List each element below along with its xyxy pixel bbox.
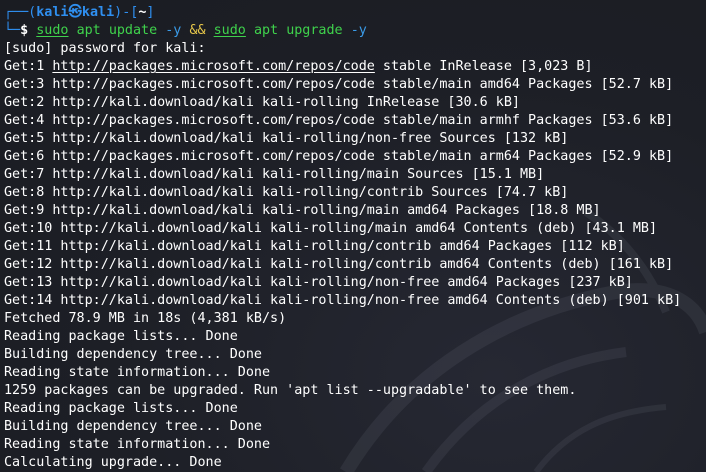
output-line: Reading state information... Done (4, 365, 271, 380)
command-sudo-2: sudo (213, 23, 246, 38)
command-apt-1: apt (76, 23, 101, 38)
command-flag-1: -y (165, 23, 182, 38)
output-line: 1259 packages can be upgraded. Run 'apt … (4, 383, 577, 398)
output-line: Get:12 http://kali.download/kali kali-ro… (4, 257, 674, 272)
output-line: Get:14 http://kali.download/kali kali-ro… (4, 293, 682, 308)
output-line: Get:1 http://packages.microsoft.com/repo… (4, 58, 706, 76)
output-line: Building dependency tree... Done (4, 419, 262, 434)
output-line: Building dependency tree... Done (4, 347, 262, 362)
output-line: Get:3 http://packages.microsoft.com/repo… (4, 77, 674, 92)
prompt-close-bracket: ] (146, 5, 155, 20)
prompt-dollar: $ (20, 23, 37, 38)
output-line: Get:9 http://kali.download/kali kali-rol… (4, 203, 601, 218)
prompt-user: kali (36, 5, 69, 20)
terminal-window[interactable]: ┌──(kali㉿kali)-[~] └─$ sudo apt update -… (0, 0, 706, 472)
command-apt-2: apt (253, 23, 279, 38)
prompt-at-symbol: ㉿ (68, 5, 82, 20)
command-update: update (108, 23, 158, 38)
prompt-host: kali (81, 5, 115, 20)
output-line: Get:6 http://packages.microsoft.com/repo… (4, 149, 674, 164)
command-line[interactable]: └─$ sudo apt update -y && sudo apt upgra… (4, 22, 706, 40)
output-line: Reading state information... Done (4, 437, 271, 452)
prompt-corner-top: ┌──( (4, 5, 37, 20)
sudo-password-prompt: [sudo] password for kali: (4, 41, 206, 56)
output-line: Get:10 http://kali.download/kali kali-ro… (4, 221, 658, 236)
output-line: Reading package lists... Done (4, 401, 238, 416)
command-sudo-1: sudo (36, 23, 69, 38)
output-line: Calculating upgrade... Done (4, 455, 222, 470)
prompt-line-top: ┌──(kali㉿kali)-[~] (4, 4, 706, 22)
output-line: Fetched 78.9 MB in 18s (4,381 kB/s) (4, 311, 287, 326)
prompt-corner-bottom: └─ (4, 23, 21, 38)
command-and-operator: && (189, 23, 206, 38)
terminal-output[interactable]: ┌──(kali㉿kali)-[~] └─$ sudo apt update -… (4, 4, 706, 472)
prompt-close-paren: )-[ (114, 5, 139, 20)
command-upgrade: upgrade (286, 23, 343, 38)
output-line: Get:13 http://kali.download/kali kali-ro… (4, 275, 633, 290)
output-line: Get:2 http://kali.download/kali kali-rol… (4, 95, 520, 110)
output-line: Reading package lists... Done (4, 329, 238, 344)
output-line: Get:5 http://kali.download/kali kali-rol… (4, 131, 569, 146)
command-flag-2: -y (350, 23, 367, 38)
output-line: Get:4 http://packages.microsoft.com/repo… (4, 113, 674, 128)
output-line: Get:11 http://kali.download/kali kali-ro… (4, 239, 625, 254)
output-line: Get:7 http://kali.download/kali kali-rol… (4, 167, 545, 182)
get1-suffix: stable InRelease [3,023 B] (374, 59, 593, 74)
get1-prefix: Get:1 (4, 59, 53, 74)
output-line: Get:8 http://kali.download/kali kali-rol… (4, 185, 569, 200)
repo-link[interactable]: http://packages.microsoft.com/repos/code (52, 59, 374, 74)
